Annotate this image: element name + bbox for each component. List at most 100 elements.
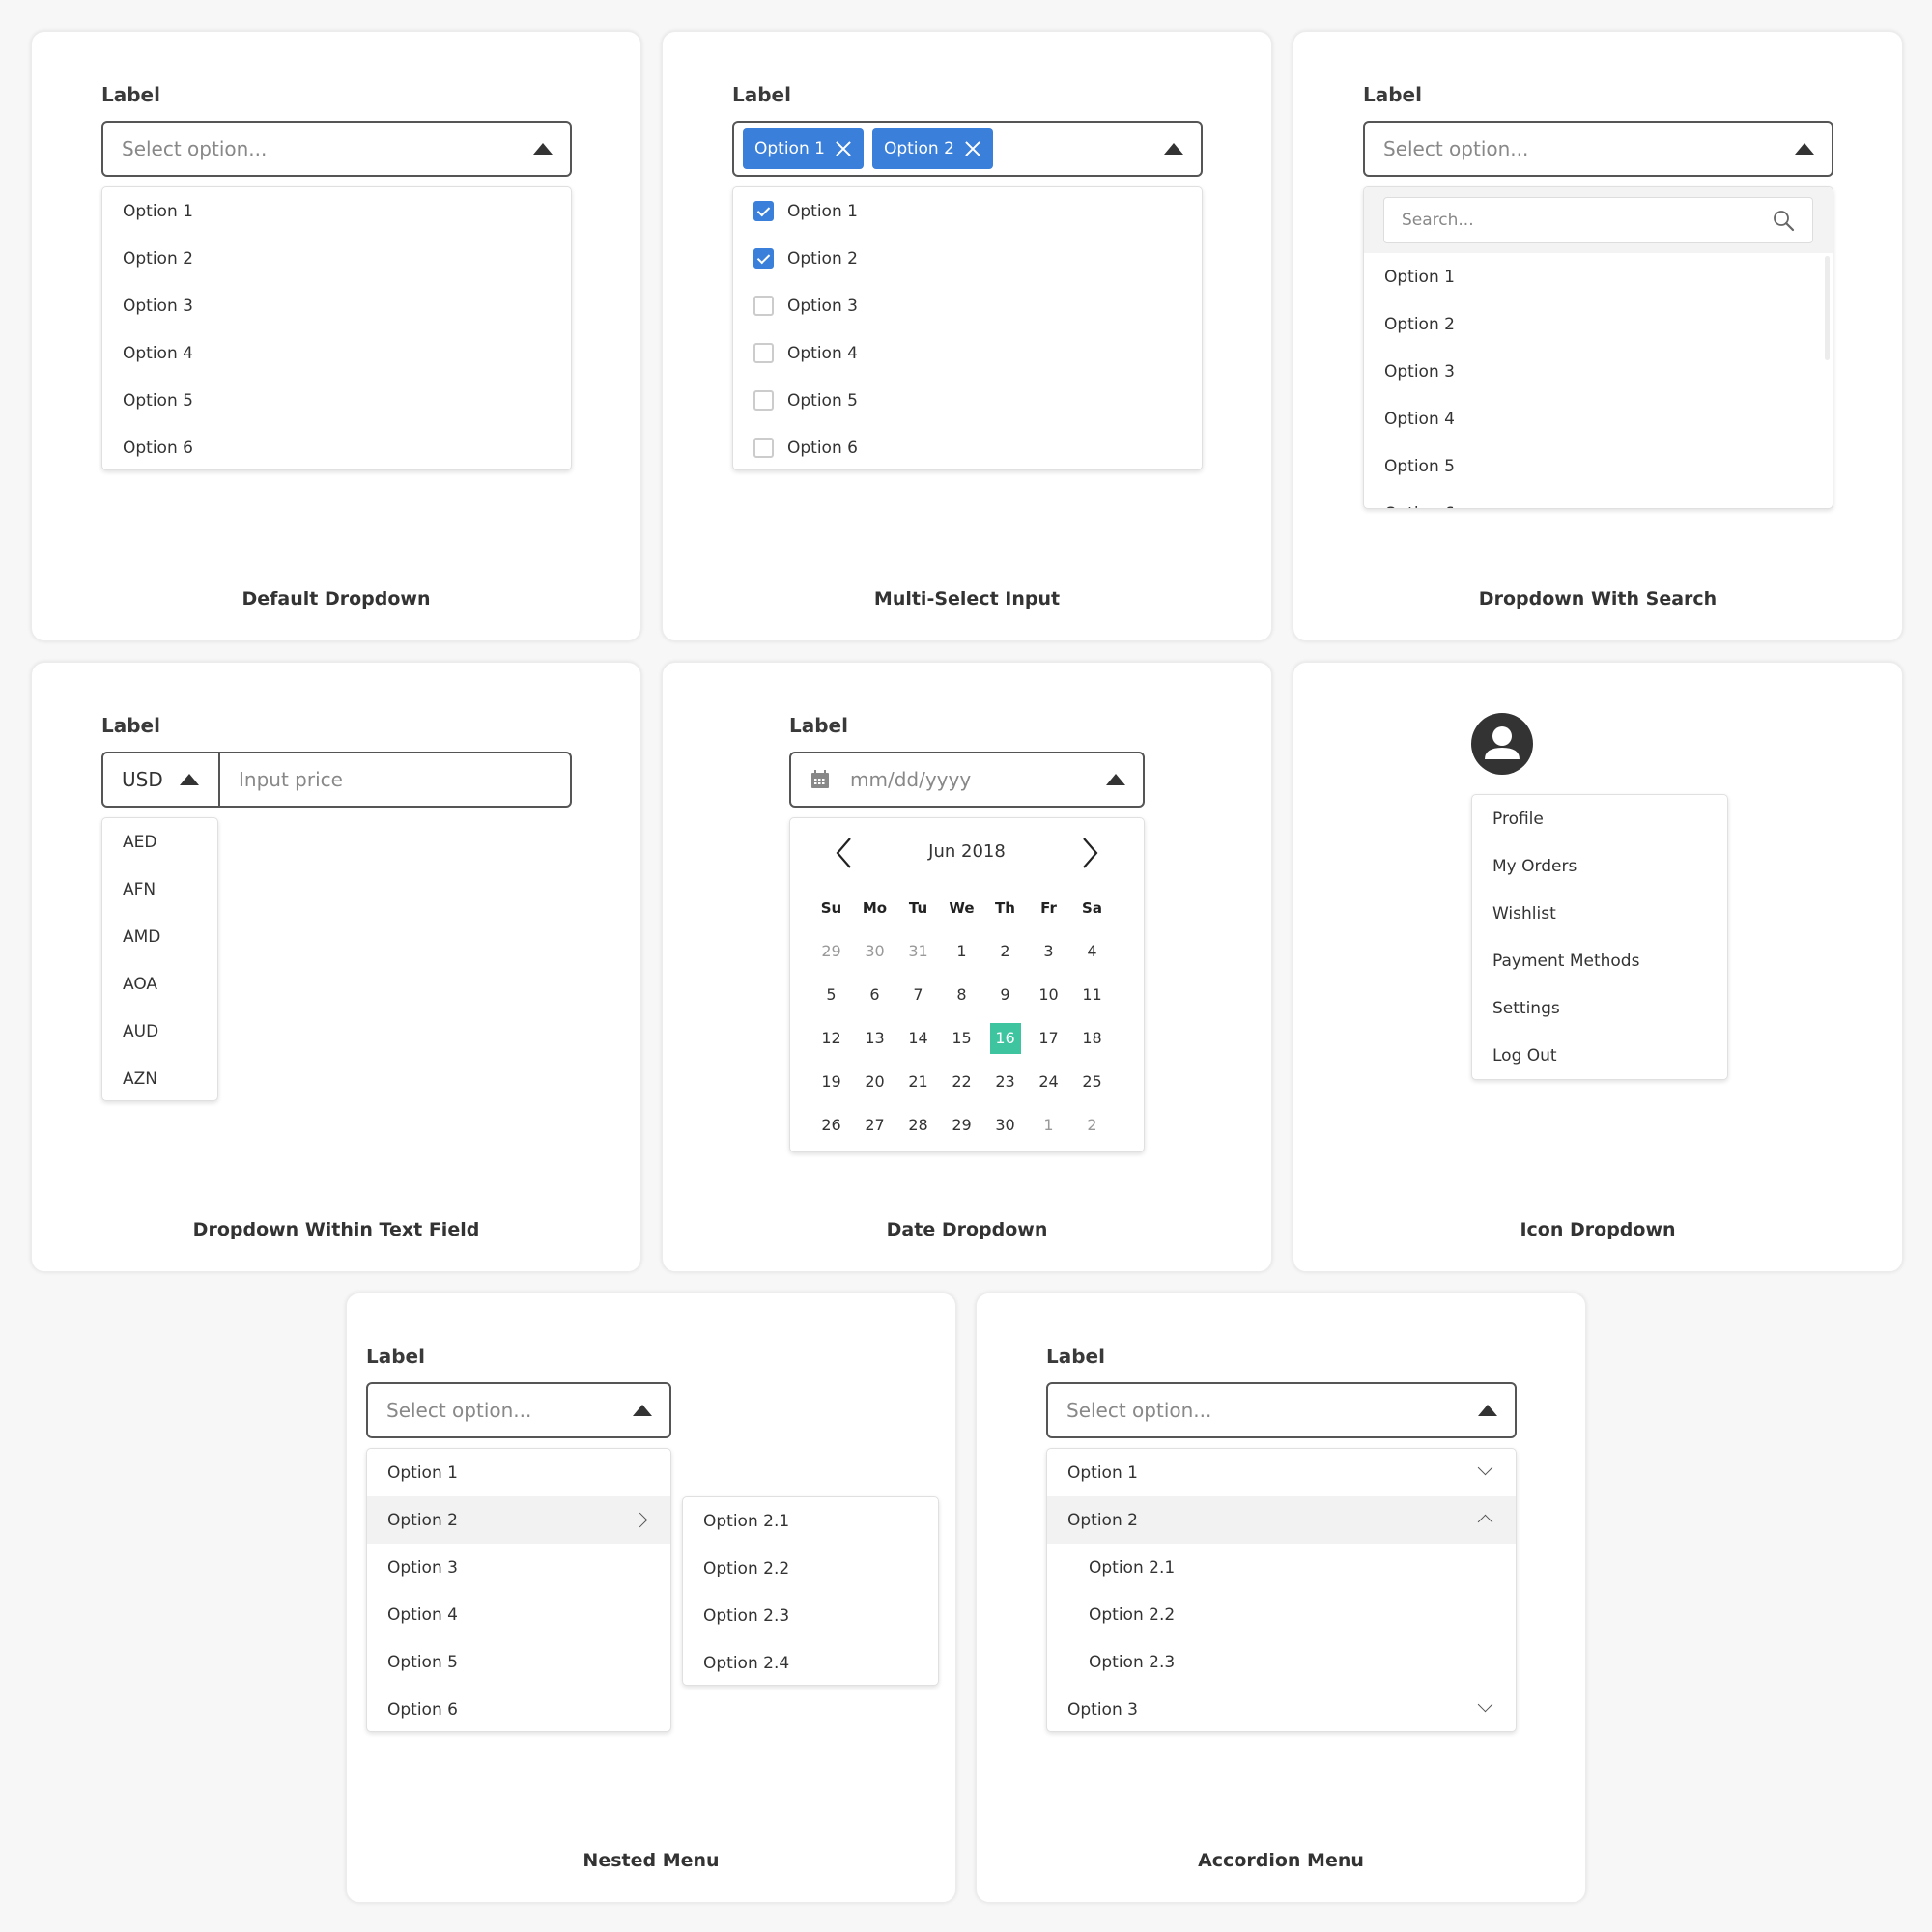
menu-item[interactable]: Option 6 (367, 1686, 670, 1731)
menu-item[interactable]: Option 3 (1364, 348, 1833, 395)
calendar-day[interactable]: 20 (853, 1066, 896, 1097)
menu-item[interactable]: Option 6 (1364, 490, 1833, 509)
checkbox-option[interactable]: Option 6 (733, 424, 1202, 469)
user-avatar-icon[interactable] (1471, 713, 1533, 775)
next-month-icon[interactable] (1078, 836, 1101, 870)
select-input[interactable]: Select option... (1046, 1382, 1517, 1438)
calendar-day[interactable]: 29 (810, 936, 853, 967)
checkbox-unchecked[interactable] (753, 343, 774, 363)
calendar-day[interactable]: 5 (810, 980, 853, 1010)
accordion-child[interactable]: Option 2.1 (1047, 1544, 1516, 1591)
checkbox-unchecked[interactable] (753, 296, 774, 316)
calendar-day[interactable]: 13 (853, 1023, 896, 1054)
calendar-day[interactable]: 1 (940, 936, 983, 967)
currency-option[interactable]: AUD (102, 1008, 217, 1055)
menu-item[interactable]: Option 1 (102, 187, 571, 235)
checkbox-unchecked[interactable] (753, 438, 774, 458)
calendar-day[interactable]: 31 (896, 936, 940, 967)
calendar-day[interactable]: 24 (1027, 1066, 1070, 1097)
remove-chip-icon[interactable] (835, 140, 852, 157)
menu-item[interactable]: Option 2 (102, 235, 571, 282)
calendar-day[interactable]: 14 (896, 1023, 940, 1054)
currency-option[interactable]: AED (102, 818, 217, 866)
calendar-day[interactable]: 17 (1027, 1023, 1070, 1054)
menu-item[interactable]: Option 1 (367, 1449, 670, 1496)
menu-item[interactable]: Option 6 (102, 424, 571, 469)
multi-select-input[interactable]: Option 1 Option 2 (732, 121, 1203, 177)
checkbox-option[interactable]: Option 4 (733, 329, 1202, 377)
calendar-day[interactable]: 28 (896, 1110, 940, 1141)
calendar-day[interactable]: 30 (983, 1110, 1027, 1141)
calendar-day[interactable]: 29 (940, 1110, 983, 1141)
submenu-item[interactable]: Option 2.2 (683, 1545, 938, 1592)
menu-item[interactable]: Option 3 (367, 1544, 670, 1591)
currency-option[interactable]: AOA (102, 960, 217, 1008)
select-input[interactable]: Select option... (1363, 121, 1833, 177)
checkbox-option[interactable]: Option 2 (733, 235, 1202, 282)
calendar-day[interactable]: 12 (810, 1023, 853, 1054)
checkbox-checked[interactable] (753, 201, 774, 221)
menu-item[interactable]: Option 4 (367, 1591, 670, 1638)
currency-option[interactable]: AFN (102, 866, 217, 913)
calendar-day[interactable]: 18 (1070, 1023, 1114, 1054)
calendar-day[interactable]: 7 (896, 980, 940, 1010)
submenu-item[interactable]: Option 2.3 (683, 1592, 938, 1639)
calendar-day[interactable]: 21 (896, 1066, 940, 1097)
menu-item[interactable]: Option 4 (102, 329, 571, 377)
menu-item[interactable]: Option 4 (1364, 395, 1833, 442)
calendar-day[interactable]: 2 (983, 936, 1027, 967)
menu-item[interactable]: Option 3 (102, 282, 571, 329)
scrollbar[interactable] (1825, 256, 1830, 360)
currency-option[interactable]: AMD (102, 913, 217, 960)
calendar-day[interactable]: 26 (810, 1110, 853, 1141)
accordion-header[interactable]: Option 3 (1047, 1686, 1516, 1731)
menu-item-settings[interactable]: Settings (1472, 984, 1727, 1032)
menu-item[interactable]: Option 1 (1364, 253, 1833, 300)
calendar-day[interactable]: 23 (983, 1066, 1027, 1097)
menu-item-my-orders[interactable]: My Orders (1472, 842, 1727, 890)
menu-item-wishlist[interactable]: Wishlist (1472, 890, 1727, 937)
checkbox-unchecked[interactable] (753, 390, 774, 411)
checkbox-option[interactable]: Option 5 (733, 377, 1202, 424)
select-input[interactable]: Select option... (366, 1382, 671, 1438)
accordion-header-expanded[interactable]: Option 2 (1047, 1496, 1516, 1544)
calendar-day[interactable]: 19 (810, 1066, 853, 1097)
calendar-day[interactable]: 4 (1070, 936, 1114, 967)
search-input[interactable]: Search... (1383, 197, 1813, 243)
calendar-day[interactable]: 10 (1027, 980, 1070, 1010)
calendar-day-selected[interactable]: 16 (989, 1022, 1021, 1054)
menu-item-log-out[interactable]: Log Out (1472, 1032, 1727, 1079)
calendar-day[interactable]: 6 (853, 980, 896, 1010)
date-input[interactable]: mm/dd/yyyy (789, 752, 1145, 808)
accordion-header[interactable]: Option 1 (1047, 1449, 1516, 1496)
price-input[interactable]: Input price (220, 768, 570, 791)
menu-item-payment-methods[interactable]: Payment Methods (1472, 937, 1727, 984)
calendar-day[interactable]: 8 (940, 980, 983, 1010)
select-input[interactable]: Select option... (101, 121, 572, 177)
calendar-day[interactable]: 15 (940, 1023, 983, 1054)
submenu-item[interactable]: Option 2.1 (683, 1497, 938, 1545)
checkbox-checked[interactable] (753, 248, 774, 269)
calendar-day[interactable]: 27 (853, 1110, 896, 1141)
menu-item[interactable]: Option 5 (102, 377, 571, 424)
menu-item[interactable]: Option 2 (1364, 300, 1833, 348)
menu-item[interactable]: Option 5 (367, 1638, 670, 1686)
checkbox-option[interactable]: Option 1 (733, 187, 1202, 235)
accordion-child[interactable]: Option 2.2 (1047, 1591, 1516, 1638)
currency-option[interactable]: AZN (102, 1055, 217, 1100)
remove-chip-icon[interactable] (964, 140, 981, 157)
calendar-day[interactable]: 2 (1070, 1110, 1114, 1141)
calendar-day[interactable]: 25 (1070, 1066, 1114, 1097)
menu-item[interactable]: Option 5 (1364, 442, 1833, 490)
calendar-day[interactable]: 22 (940, 1066, 983, 1097)
menu-item-with-submenu[interactable]: Option 2 (367, 1496, 670, 1544)
menu-item-profile[interactable]: Profile (1472, 795, 1727, 842)
calendar-day[interactable]: 3 (1027, 936, 1070, 967)
calendar-day[interactable]: 1 (1027, 1110, 1070, 1141)
calendar-day[interactable]: 30 (853, 936, 896, 967)
currency-select[interactable]: USD (103, 753, 220, 806)
checkbox-option[interactable]: Option 3 (733, 282, 1202, 329)
calendar-day[interactable]: 11 (1070, 980, 1114, 1010)
calendar-day[interactable]: 9 (983, 980, 1027, 1010)
accordion-child[interactable]: Option 2.3 (1047, 1638, 1516, 1686)
